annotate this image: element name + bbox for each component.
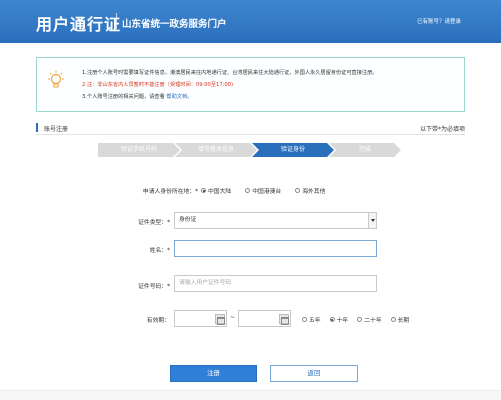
back-button[interactable]: 返回 [270, 365, 358, 382]
origin-option-mainland[interactable]: 中国大陆 [201, 186, 231, 195]
step-verify-phone: 验证手机号码 [98, 143, 180, 157]
notice-line-3: 3.个人账号注册的相关问题，请查看 帮助文档。 [82, 91, 377, 103]
section-title: 账号注册 [44, 126, 69, 133]
id-type-select[interactable]: 身份证 [174, 212, 377, 229]
calendar-icon[interactable] [215, 314, 225, 325]
page-footer-strip [0, 390, 501, 400]
validity-radio-group: 五年 十年 二十年 长期 [302, 315, 409, 324]
validity-end-date[interactable] [238, 310, 291, 327]
validity-start-date[interactable] [174, 310, 227, 327]
radio-button[interactable] [390, 317, 396, 322]
origin-label: 申请人身份所在地：* [142, 189, 198, 195]
validity-option-5y[interactable]: 五年 [302, 315, 321, 324]
name-label: 姓名：* [149, 248, 170, 254]
logo-divider [116, 13, 117, 29]
option-label: 海外其他 [302, 189, 326, 195]
help-doc-link[interactable]: 帮助文档。 [166, 94, 192, 100]
origin-option-overseas[interactable]: 海外其他 [295, 186, 325, 195]
option-label: 二十年 [364, 318, 382, 324]
site-logo[interactable]: 用户通行证 [36, 11, 121, 35]
chevron-down-icon[interactable] [368, 213, 376, 228]
notice-text: 1.注册个人账号时需要填写证件信息，港澳居民来往内地通行证、台湾居民来往大陆通行… [82, 67, 377, 103]
login-link[interactable]: 已有账号？请登录 [417, 17, 461, 25]
notice-line-3-text: 3.个人账号注册的相关问题，请查看 [82, 94, 165, 100]
required-note: 以下带*为必填项 [419, 126, 465, 133]
site-subtitle: 山东省统一政务服务门户 [122, 19, 227, 30]
origin-option-hk-macau-tw[interactable]: 中国港澳台 [245, 186, 281, 195]
validity-option-10y[interactable]: 十年 [329, 315, 349, 324]
option-label: 中国港澳台 [252, 189, 282, 195]
id-number-label: 证件号码：* [138, 284, 170, 290]
notice-box: 1.注册个人账号时需要填写证件信息，港澳居民来往内地通行证、台湾居民来往大陆通行… [36, 57, 465, 112]
option-label: 五年 [309, 318, 321, 324]
validity-label: 有效期： [146, 318, 170, 324]
notice-line-2: 2.注：非山东省内人员暂时不能注册（受理时间：09:00至17:00) [82, 82, 233, 88]
id-type-value: 身份证 [179, 217, 197, 223]
section-marker [36, 123, 38, 132]
radio-button[interactable] [357, 317, 363, 322]
option-label: 十年 [336, 318, 349, 324]
date-range-separator: ~ [230, 314, 236, 321]
option-label: 中国大陆 [208, 189, 232, 195]
step-verify-identity: 验证身份 [252, 143, 334, 157]
step-progress: 验证手机号码 填写基本信息 验证身份 完成 [98, 143, 408, 157]
step-complete: 完成 [329, 143, 401, 157]
radio-button[interactable] [295, 188, 301, 193]
id-number-input[interactable]: 请输入用户证件号码 [174, 275, 377, 292]
radio-button[interactable] [302, 317, 307, 322]
name-input[interactable] [174, 240, 377, 257]
radio-button[interactable] [245, 188, 251, 193]
calendar-icon[interactable] [279, 314, 289, 325]
radio-button[interactable] [201, 188, 206, 193]
radio-button[interactable] [329, 317, 335, 322]
origin-radio-group: 中国大陆 中国港澳台 海外其他 [201, 186, 339, 195]
validity-option-20y[interactable]: 二十年 [357, 315, 382, 324]
validity-option-permanent[interactable]: 长期 [390, 315, 410, 324]
id-type-label: 证件类型：* [138, 220, 170, 226]
lightbulb-icon [48, 70, 64, 88]
register-button[interactable]: 注册 [170, 365, 257, 382]
option-label: 长期 [397, 318, 410, 324]
step-basic-info: 填写基本信息 [175, 143, 257, 157]
section-header: 账号注册 以下带*为必填项 [36, 121, 465, 135]
notice-line-1: 1.注册个人账号时需要填写证件信息，港澳居民来往内地通行证、台湾居民来往大陆通行… [82, 70, 378, 76]
site-header: 用户通行证 山东省统一政务服务门户 已有账号？请登录 [0, 0, 501, 43]
